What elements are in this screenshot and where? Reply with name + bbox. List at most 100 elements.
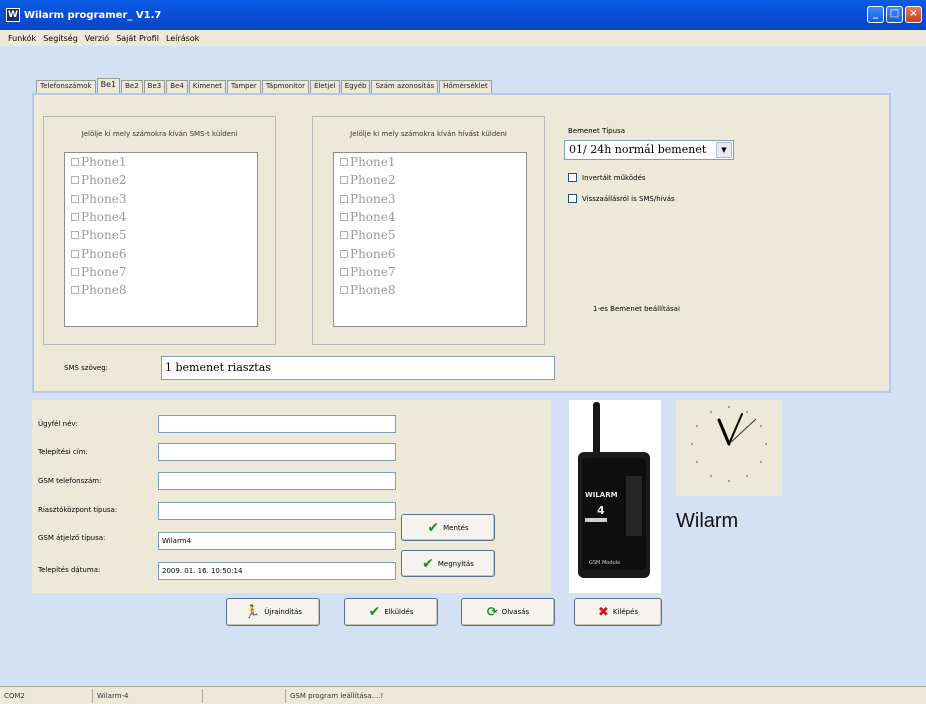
- sms-phone-item[interactable]: Phone1: [65, 153, 257, 171]
- call-phone-item[interactable]: Phone7: [334, 263, 526, 281]
- check-icon: ✔: [422, 555, 434, 572]
- send-button-label: Elküldés: [384, 608, 414, 616]
- clock-icon: [691, 406, 767, 482]
- call-recipients-group: Jelölje ki mely számokra kíván hívást kü…: [312, 116, 545, 345]
- call-group-title: Jelölje ki mely számokra kíván hívást kü…: [350, 130, 507, 138]
- menu-item-sajat-profil[interactable]: Saját Profil: [116, 34, 159, 43]
- restore-checkbox[interactable]: Visszaállásról is SMS/hívás: [568, 194, 675, 203]
- checkbox-icon: [340, 267, 348, 276]
- gsm-phone-input[interactable]: [158, 472, 396, 490]
- inverted-label: Invertált működés: [582, 173, 646, 182]
- call-phone-item[interactable]: Phone3: [334, 190, 526, 208]
- inverted-checkbox[interactable]: Invertált működés: [568, 173, 646, 182]
- read-button[interactable]: ⟳ Olvasás: [461, 598, 555, 626]
- menu-bar: Funkók Segítség Verzió Saját Profil Leír…: [0, 30, 926, 46]
- sms-recipients-group: Jelölje ki mely számokra kíván SMS-t kül…: [43, 116, 276, 345]
- device-caption: GSM Module: [589, 560, 620, 566]
- tab-telefonszamok[interactable]: Telefonszámok: [36, 80, 96, 93]
- checkbox-icon[interactable]: [568, 173, 577, 182]
- save-button-label: Mentés: [443, 523, 469, 532]
- input-type-value: 01/ 24h normál bemenet: [569, 143, 707, 156]
- gsm-type-label: GSM átjelző típusa:: [38, 534, 106, 542]
- chevron-down-icon[interactable]: ▼: [716, 142, 732, 158]
- menu-item-funkok[interactable]: Funkók: [8, 34, 36, 43]
- tab-be1[interactable]: Be1: [96, 78, 121, 93]
- sms-phone-item[interactable]: Phone5: [65, 226, 257, 244]
- tab-egyeb[interactable]: Egyéb: [340, 80, 371, 93]
- checkbox-icon: [340, 231, 348, 240]
- client-name-input[interactable]: [158, 415, 396, 433]
- save-button[interactable]: ✔ Mentés: [401, 514, 495, 541]
- status-message: GSM program leállítása....!: [285, 689, 383, 703]
- running-man-icon: 🏃: [244, 604, 261, 620]
- tab-strip: Telefonszámok Be1 Be2 Be3 Be4 Kimenet Ta…: [36, 78, 493, 94]
- checkbox-icon: [340, 286, 348, 295]
- sms-phone-item[interactable]: Phone7: [65, 263, 257, 281]
- tab-be4[interactable]: Be4: [166, 80, 188, 93]
- tab-kimenet[interactable]: Kimenet: [188, 80, 226, 93]
- menu-item-leirasok[interactable]: Leírások: [166, 34, 199, 43]
- alarm-panel-type-input[interactable]: [158, 502, 396, 520]
- input-type-label: Bemenet Típusa: [568, 127, 625, 135]
- call-phone-item[interactable]: Phone6: [334, 244, 526, 262]
- checkbox-icon: [340, 194, 348, 203]
- refresh-icon: ⟳: [486, 604, 498, 620]
- check-icon: ✔: [368, 604, 381, 620]
- call-phone-item[interactable]: Phone4: [334, 208, 526, 226]
- tab-szam-azonositas[interactable]: Szám azonosítás: [371, 80, 439, 93]
- sms-phone-list[interactable]: Phone1 Phone2 Phone3 Phone4 Phone5 Phone…: [64, 152, 258, 327]
- gsm-phone-label: GSM telefonszám:: [38, 477, 102, 485]
- sms-phone-item[interactable]: Phone8: [65, 281, 257, 299]
- maximize-icon[interactable]: □: [886, 6, 903, 23]
- open-button[interactable]: ✔ Megnyitás: [401, 550, 495, 577]
- restore-label: Visszaállásról is SMS/hívás: [582, 194, 675, 203]
- call-phone-item[interactable]: Phone2: [334, 171, 526, 189]
- install-address-label: Telepítési cím:: [38, 448, 88, 456]
- input-type-select[interactable]: 01/ 24h normál bemenet ▼: [564, 140, 734, 160]
- read-button-label: Olvasás: [501, 608, 530, 616]
- checkbox-icon: [340, 249, 348, 258]
- restart-button[interactable]: 🏃 Újraindítás: [226, 598, 320, 626]
- sms-phone-item[interactable]: Phone2: [65, 171, 257, 189]
- tab-be3[interactable]: Be3: [143, 80, 166, 93]
- close-icon[interactable]: ×: [905, 6, 922, 23]
- install-address-input[interactable]: [158, 443, 396, 461]
- alarm-panel-type-label: Riasztóközpont típusa:: [38, 506, 118, 514]
- call-phone-item[interactable]: Phone1: [334, 153, 526, 171]
- call-phone-list[interactable]: Phone1 Phone2 Phone3 Phone4 Phone5 Phone…: [333, 152, 527, 327]
- checkbox-icon[interactable]: [568, 194, 577, 203]
- tab-tapmonitor[interactable]: Tápmonitor: [261, 80, 310, 93]
- exit-button[interactable]: ✖ Kilépés: [574, 598, 662, 626]
- sms-phone-item[interactable]: Phone6: [65, 244, 257, 262]
- minimize-icon[interactable]: _: [867, 6, 884, 23]
- sms-phone-item[interactable]: Phone4: [65, 208, 257, 226]
- checkbox-icon: [71, 286, 79, 295]
- client-name-label: Ügyfél név:: [38, 420, 78, 428]
- checkbox-icon: [71, 194, 79, 203]
- device-model: 4: [597, 504, 605, 517]
- install-date-input[interactable]: 2009. 01. 16. 10:50:14: [158, 562, 396, 580]
- settings-caption: 1-es Bemenet beállításai: [593, 305, 680, 313]
- app-icon: W: [6, 8, 20, 22]
- title-bar: W Wilarm programer_ V1.7 _ □ ×: [0, 0, 926, 30]
- gsm-type-input[interactable]: Wilarm4: [158, 532, 396, 550]
- tab-be2[interactable]: Be2: [121, 80, 143, 93]
- tab-homerseklet[interactable]: Hőmérséklet: [439, 80, 492, 93]
- gsm-device-icon: GSM Module WILARM 4: [578, 402, 650, 578]
- send-button[interactable]: ✔ Elküldés: [344, 598, 438, 626]
- call-phone-item[interactable]: Phone8: [334, 281, 526, 299]
- sms-group-title: Jelölje ki mely számokra kíván SMS-t kül…: [81, 130, 238, 138]
- restart-button-label: Újraindítás: [264, 608, 302, 616]
- sms-text-input[interactable]: 1 bemenet riasztas: [161, 356, 555, 380]
- device-brand: WILARM: [585, 491, 618, 499]
- tab-eletjel[interactable]: Életjel: [310, 80, 340, 93]
- menu-item-verzio[interactable]: Verzió: [85, 34, 109, 43]
- checkbox-icon: [71, 158, 79, 167]
- tab-tamper[interactable]: Tamper: [226, 80, 261, 93]
- sms-phone-item[interactable]: Phone3: [65, 190, 257, 208]
- checkbox-icon: [71, 176, 79, 185]
- call-phone-item[interactable]: Phone5: [334, 226, 526, 244]
- status-port: COM2: [4, 692, 25, 700]
- status-bar: COM2 Wilarm-4 GSM program leállítása....…: [0, 686, 926, 704]
- menu-item-segitseg[interactable]: Segítség: [43, 34, 78, 43]
